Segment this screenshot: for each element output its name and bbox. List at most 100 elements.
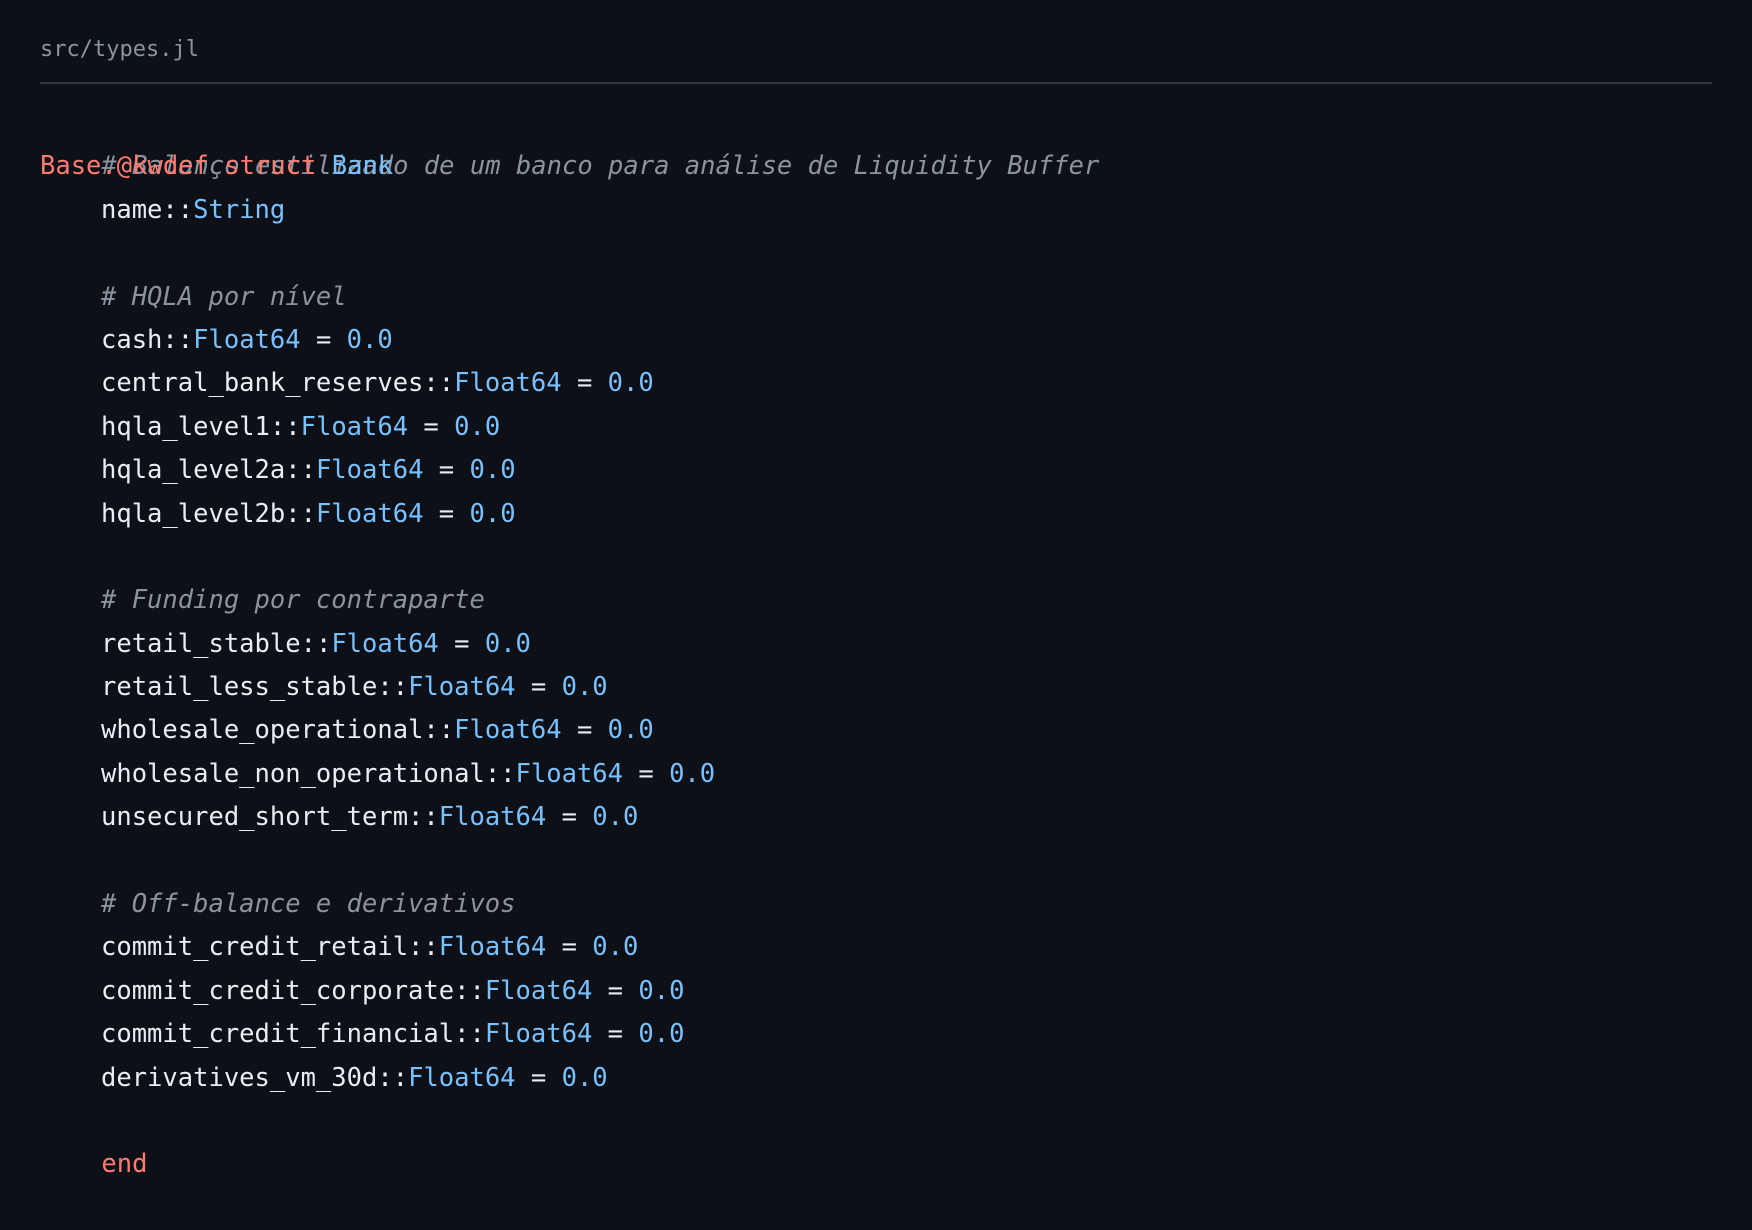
code-line: name::String bbox=[40, 189, 1099, 232]
field-declaration: retail_stable::Float64 = 0.0 bbox=[40, 623, 1099, 666]
type-separator: :: bbox=[408, 802, 439, 833]
code-line: # Off-balance e derivativos bbox=[40, 883, 1099, 926]
assign-operator: = bbox=[561, 715, 608, 746]
macro-keyword: Base.@kwdef bbox=[40, 151, 209, 182]
assign-operator: = bbox=[561, 368, 608, 399]
field-declaration: cash::Float64 = 0.0 bbox=[40, 319, 1099, 362]
field-type: Float64 bbox=[438, 802, 547, 833]
default-value: 0.0 bbox=[346, 324, 393, 355]
default-value: 0.0 bbox=[669, 758, 716, 789]
code-line: # Balanço estilizado de um banco para an… bbox=[40, 102, 1099, 181]
field-type: Float64 bbox=[315, 455, 424, 486]
section-comment: # HQLA por nível bbox=[101, 281, 347, 312]
field-name: hqla_level2b bbox=[101, 498, 286, 529]
field-type: String bbox=[193, 194, 286, 225]
type-separator: :: bbox=[454, 1019, 485, 1050]
field-name: hqla_level1 bbox=[101, 411, 270, 442]
assign-operator: = bbox=[515, 672, 562, 703]
field-name: retail_less_stable bbox=[101, 672, 378, 703]
file-header: src/types.jl bbox=[40, 34, 1712, 84]
field-type: Float64 bbox=[331, 628, 439, 659]
assign-operator: = bbox=[623, 758, 670, 789]
field-name: commit_credit_financial bbox=[101, 1019, 455, 1050]
assign-operator: = bbox=[408, 411, 455, 442]
default-value: 0.0 bbox=[638, 1019, 685, 1050]
code-line: # HQLA por nível bbox=[40, 276, 1099, 319]
field-declaration: commit_credit_financial::Float64 = 0.0 bbox=[40, 1013, 1099, 1056]
type-separator: :: bbox=[423, 715, 455, 746]
field-declaration: central_bank_reserves::Float64 = 0.0 bbox=[40, 362, 1099, 405]
assign-operator: = bbox=[423, 498, 470, 529]
field-declaration: hqla_level1::Float64 = 0.0 bbox=[40, 406, 1099, 449]
field-type: Float64 bbox=[515, 758, 623, 789]
default-value: 0.0 bbox=[592, 932, 639, 963]
field-declaration: derivatives_vm_30d::Float64 = 0.0 bbox=[40, 1057, 1099, 1100]
field-type: Float64 bbox=[438, 932, 547, 963]
default-value: 0.0 bbox=[607, 715, 654, 746]
field-type: Float64 bbox=[454, 368, 562, 399]
field-name: wholesale_non_operational bbox=[101, 758, 485, 789]
field-declaration: commit_credit_corporate::Float64 = 0.0 bbox=[40, 970, 1099, 1013]
default-value: 0.0 bbox=[454, 411, 501, 442]
type-separator: :: bbox=[423, 368, 455, 399]
field-declaration: retail_less_stable::Float64 = 0.0 bbox=[40, 666, 1099, 709]
type-separator: :: bbox=[377, 672, 409, 703]
assign-operator: = bbox=[592, 975, 639, 1006]
field-type: Float64 bbox=[300, 411, 409, 442]
assign-operator: = bbox=[423, 455, 470, 486]
field-name: hqla_level2a bbox=[101, 455, 286, 486]
type-separator: :: bbox=[285, 455, 316, 486]
default-value: 0.0 bbox=[592, 802, 639, 833]
assign-operator: = bbox=[515, 1062, 562, 1093]
field-declaration: commit_credit_retail::Float64 = 0.0 bbox=[40, 926, 1099, 969]
field-name: cash bbox=[101, 324, 163, 355]
field-declaration: wholesale_operational::Float64 = 0.0 bbox=[40, 709, 1099, 752]
assign-operator: = bbox=[438, 628, 485, 659]
default-value: 0.0 bbox=[561, 672, 608, 703]
default-value: 0.0 bbox=[561, 1062, 608, 1093]
struct-name: Bank bbox=[331, 151, 394, 182]
field-declaration: unsecured_short_term::Float64 = 0.0 bbox=[40, 796, 1099, 839]
default-value: 0.0 bbox=[484, 628, 531, 659]
field-name: central_bank_reserves bbox=[101, 368, 424, 399]
field-type: Float64 bbox=[408, 672, 516, 703]
field-declaration: wholesale_non_operational::Float64 = 0.0 bbox=[40, 753, 1099, 796]
code-line: # Funding por contraparte bbox=[40, 579, 1099, 622]
default-value: 0.0 bbox=[607, 368, 654, 399]
assign-operator: = bbox=[300, 324, 347, 355]
field-name: retail_stable bbox=[101, 628, 301, 659]
field-name: wholesale_operational bbox=[101, 715, 424, 746]
default-value: 0.0 bbox=[469, 498, 516, 529]
type-separator: :: bbox=[162, 194, 194, 225]
field-type: Float64 bbox=[484, 975, 593, 1006]
field-type: Float64 bbox=[193, 324, 301, 355]
assign-operator: = bbox=[592, 1019, 639, 1050]
struct-keyword: struct bbox=[224, 151, 317, 182]
type-separator: :: bbox=[454, 975, 485, 1006]
field-type: Float64 bbox=[484, 1019, 593, 1050]
type-separator: :: bbox=[269, 411, 301, 442]
end-keyword: end bbox=[101, 1149, 148, 1180]
code-block: # Balanço estilizado de um banco para an… bbox=[40, 102, 1099, 1179]
field-name: derivatives_vm_30d bbox=[101, 1062, 378, 1093]
type-separator: :: bbox=[377, 1062, 409, 1093]
assign-operator: = bbox=[546, 932, 593, 963]
type-separator: :: bbox=[285, 498, 316, 529]
type-separator: :: bbox=[484, 758, 516, 789]
file-path: src/types.jl bbox=[40, 37, 199, 62]
field-name: name bbox=[101, 194, 163, 225]
field-declaration: hqla_level2b::Float64 = 0.0 bbox=[40, 493, 1099, 536]
field-type: Float64 bbox=[454, 715, 562, 746]
field-groups: # HQLA por nível cash::Float64 = 0.0 centr… bbox=[40, 276, 1099, 1100]
type-separator: :: bbox=[162, 324, 194, 355]
field-name: commit_credit_corporate bbox=[101, 975, 455, 1006]
section-comment: # Funding por contraparte bbox=[101, 585, 485, 616]
field-declaration: hqla_level2a::Float64 = 0.0 bbox=[40, 449, 1099, 492]
code-line: end bbox=[40, 1100, 1099, 1179]
default-value: 0.0 bbox=[638, 975, 685, 1006]
field-name: unsecured_short_term bbox=[101, 802, 409, 833]
assign-operator: = bbox=[546, 802, 593, 833]
